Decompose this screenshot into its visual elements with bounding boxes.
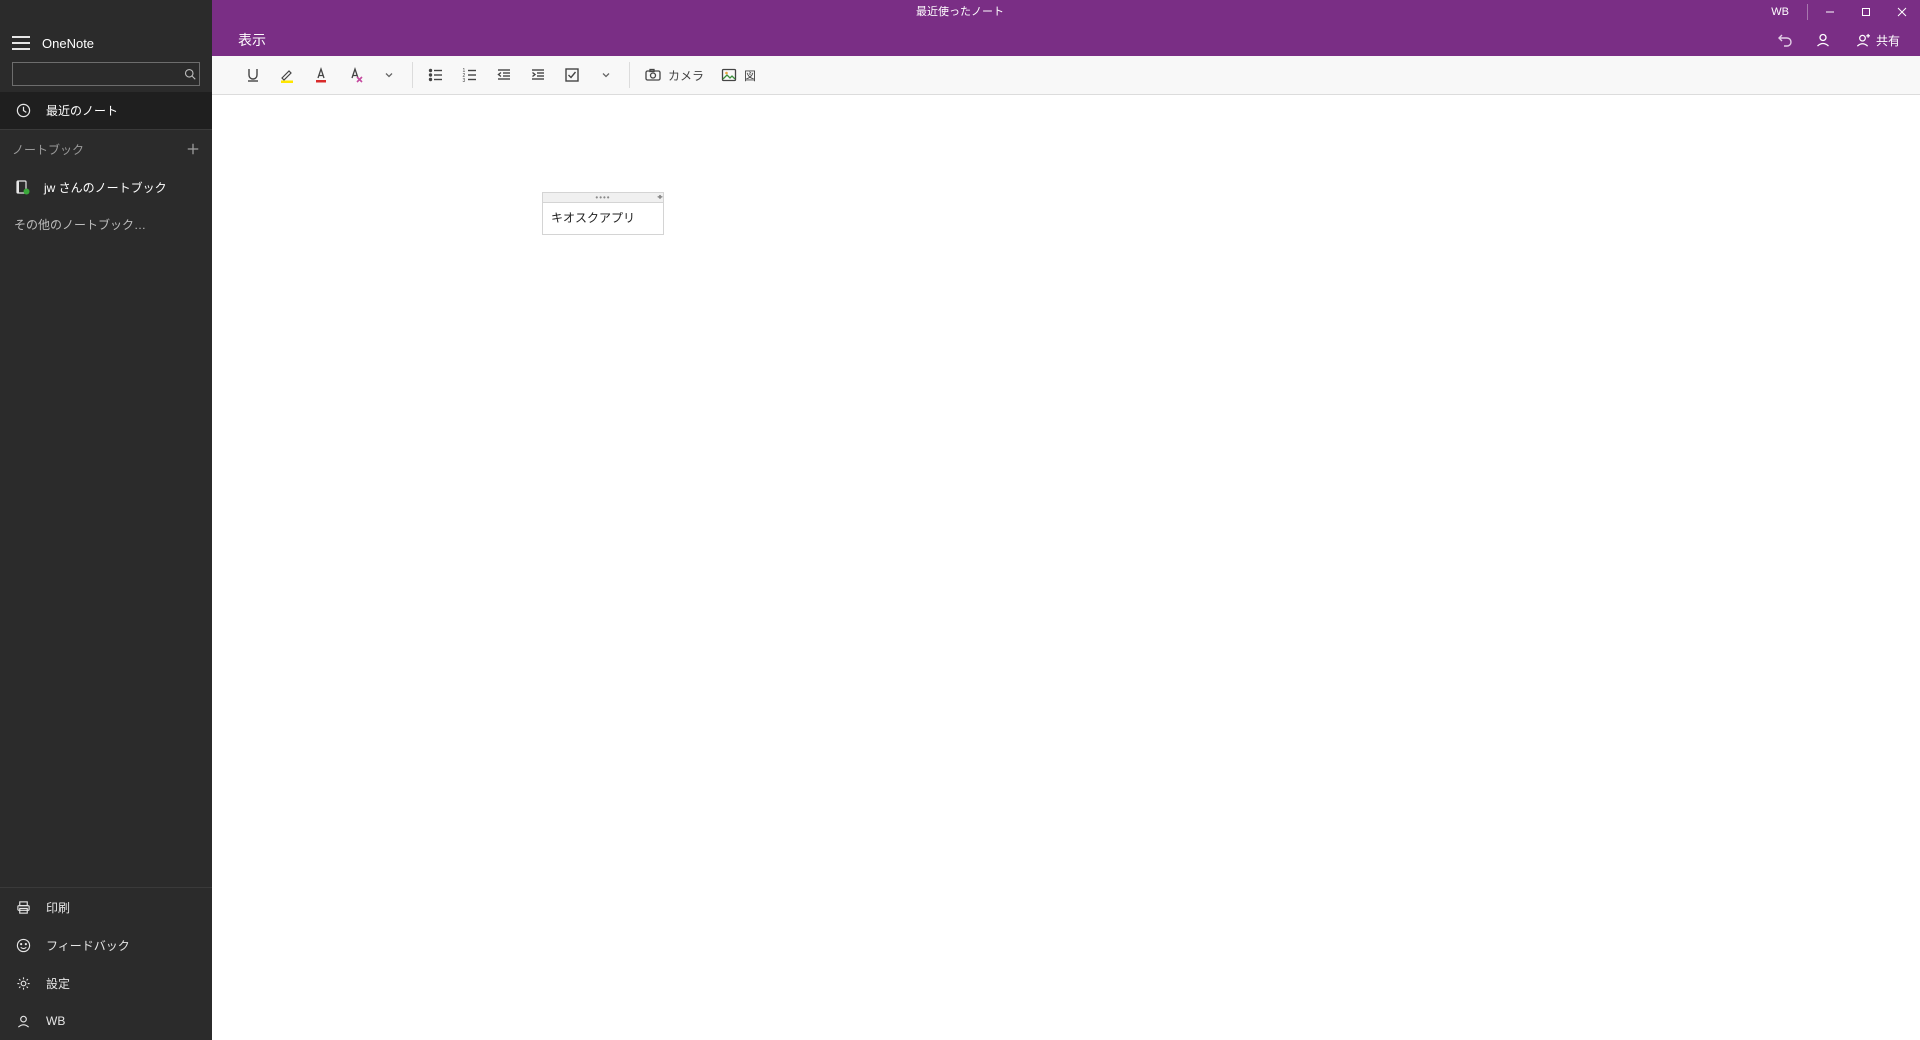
clear-formatting-button[interactable] bbox=[338, 58, 372, 92]
person-icon bbox=[14, 1014, 32, 1029]
search-icon[interactable] bbox=[180, 68, 199, 80]
other-notebooks-link[interactable]: その他のノートブック… bbox=[0, 206, 212, 243]
window-title: 最近使ったノート bbox=[916, 0, 1004, 24]
toolbar: 123 カメラ bbox=[212, 56, 1920, 95]
sidebar-section-label: ノートブック bbox=[12, 141, 84, 158]
picture-label: 図 bbox=[744, 67, 756, 84]
font-more-dropdown[interactable] bbox=[372, 58, 406, 92]
sidebar-item-account[interactable]: WB bbox=[0, 1002, 212, 1040]
decrease-indent-button[interactable] bbox=[487, 58, 521, 92]
sidebar-item-label: 設定 bbox=[46, 975, 70, 992]
notebook-icon bbox=[14, 179, 32, 195]
share-person-icon bbox=[1855, 33, 1870, 48]
camera-button[interactable]: カメラ bbox=[636, 58, 712, 92]
app-title: OneNote bbox=[42, 36, 94, 51]
undo-button[interactable] bbox=[1769, 24, 1801, 56]
container-resize-arrows-icon[interactable]: ◂▸ bbox=[657, 192, 661, 201]
window-maximize-button[interactable] bbox=[1848, 0, 1884, 24]
hamburger-menu-button[interactable] bbox=[12, 36, 30, 50]
svg-text:3: 3 bbox=[463, 78, 466, 84]
sidebar-item-settings[interactable]: 設定 bbox=[0, 964, 212, 1002]
search-box[interactable] bbox=[12, 62, 200, 86]
bullet-list-button[interactable] bbox=[419, 58, 453, 92]
sidebar-item-recent-notes[interactable]: 最近のノート bbox=[0, 92, 212, 130]
sidebar-item-label: WB bbox=[46, 1014, 65, 1028]
sidebar-section-notebooks: ノートブック bbox=[0, 130, 212, 168]
grip-dots-icon: •••• bbox=[595, 195, 610, 201]
highlight-button[interactable] bbox=[270, 58, 304, 92]
share-label: 共有 bbox=[1876, 32, 1900, 49]
insert-picture-button[interactable]: 図 bbox=[712, 58, 764, 92]
note-text-container[interactable]: •••• ◂▸ キオスクアプリ bbox=[542, 192, 664, 235]
toolbar-separator bbox=[412, 62, 413, 88]
todo-tag-button[interactable] bbox=[555, 58, 589, 92]
sidebar: OneNote 最近のノート ノートブック bbox=[0, 0, 212, 1040]
titlebar-user-initials[interactable]: WB bbox=[1757, 6, 1803, 18]
sidebar-item-label: 最近のノート bbox=[46, 102, 118, 119]
ribbon-tab-view[interactable]: 表示 bbox=[220, 24, 284, 56]
underline-button[interactable] bbox=[236, 58, 270, 92]
ribbon-tab-row: 表示 共有 bbox=[212, 24, 1920, 56]
notebook-label: jw さんのノートブック bbox=[44, 179, 167, 196]
share-button[interactable]: 共有 bbox=[1845, 24, 1910, 56]
toolbar-separator bbox=[629, 62, 630, 88]
gear-icon bbox=[14, 976, 32, 991]
smiley-icon bbox=[14, 938, 32, 953]
titlebar: 最近使ったノート WB bbox=[212, 0, 1920, 24]
camera-label: カメラ bbox=[668, 67, 704, 84]
search-input[interactable] bbox=[13, 63, 180, 85]
app-title-row: OneNote bbox=[0, 24, 212, 62]
window-close-button[interactable] bbox=[1884, 0, 1920, 24]
sidebar-item-print[interactable]: 印刷 bbox=[0, 888, 212, 926]
window-minimize-button[interactable] bbox=[1812, 0, 1848, 24]
sidebar-item-label: 印刷 bbox=[46, 899, 70, 916]
numbered-list-button[interactable]: 123 bbox=[453, 58, 487, 92]
clock-icon bbox=[14, 103, 32, 118]
sidebar-item-feedback[interactable]: フィードバック bbox=[0, 926, 212, 964]
font-color-button[interactable] bbox=[304, 58, 338, 92]
note-container-grip[interactable]: •••• ◂▸ bbox=[543, 193, 663, 203]
note-text[interactable]: キオスクアプリ bbox=[543, 203, 663, 234]
main: 最近使ったノート WB 表示 bbox=[212, 0, 1920, 1040]
sidebar-item-label: フィードバック bbox=[46, 937, 130, 954]
increase-indent-button[interactable] bbox=[521, 58, 555, 92]
sidebar-footer: 印刷 フィードバック 設定 WB bbox=[0, 887, 212, 1040]
add-notebook-button[interactable] bbox=[186, 142, 200, 156]
note-canvas[interactable]: •••• ◂▸ キオスクアプリ bbox=[212, 95, 1920, 1040]
titlebar-divider bbox=[1807, 4, 1808, 20]
printer-icon bbox=[14, 900, 32, 915]
paragraph-more-dropdown[interactable] bbox=[589, 58, 623, 92]
account-button[interactable] bbox=[1807, 24, 1839, 56]
sidebar-notebook-item[interactable]: jw さんのノートブック bbox=[0, 168, 212, 206]
camera-icon bbox=[644, 66, 662, 84]
picture-icon bbox=[720, 66, 738, 84]
